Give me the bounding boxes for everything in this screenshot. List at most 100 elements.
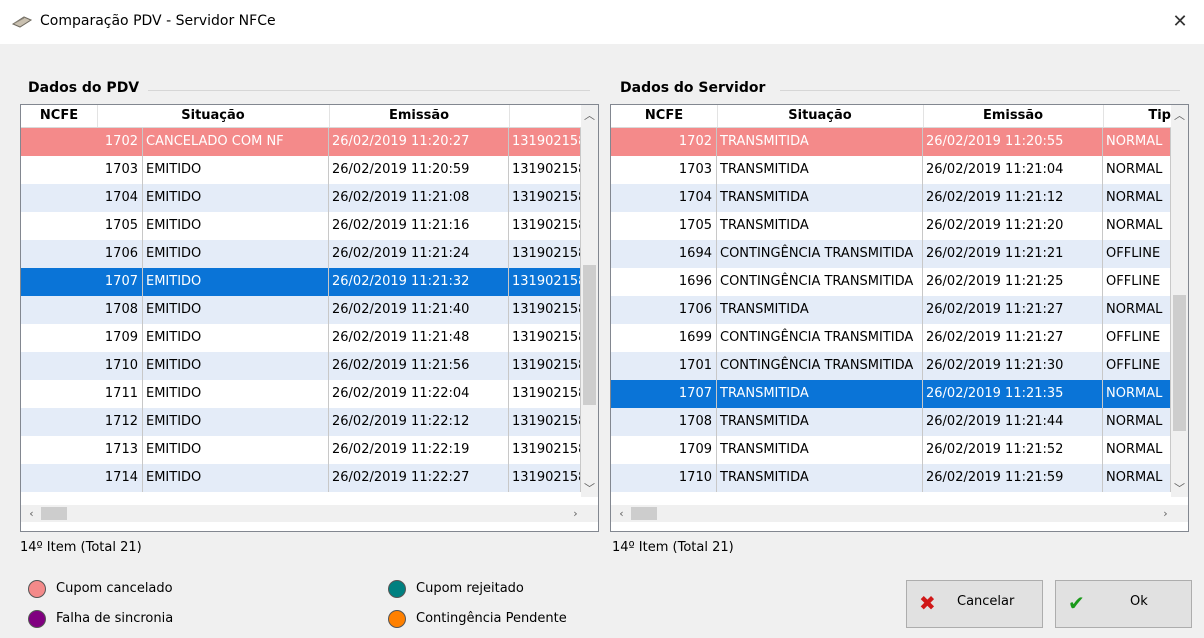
scroll-left-icon[interactable]: ‹: [613, 505, 630, 522]
table-row[interactable]: 1699 CONTINGÊNCIA TRANSMITIDA 26/02/2019 1…: [611, 324, 1171, 352]
table-cell-situacao: TRANSMITIDA: [717, 128, 923, 156]
ok-button-label: Ok: [1130, 594, 1148, 609]
table-cell-tipo: NORMAL: [1103, 408, 1171, 436]
table-row[interactable]: 1708 TRANSMITIDA 26/02/2019 11:21:44 NORMAL: [611, 408, 1171, 436]
table-cell-emissao: 26/02/2019 11:21:56: [329, 352, 509, 380]
pdv-status-text: 14º Item (Total 21): [20, 540, 142, 555]
table-cell-emissao: 26/02/2019 11:21:25: [923, 268, 1103, 296]
table-row[interactable]: 1696 CONTINGÊNCIA TRANSMITIDA 26/02/2019 1…: [611, 268, 1171, 296]
table-row[interactable]: 1706 EMITIDO 26/02/2019 11:21:24 131902158: [21, 240, 581, 268]
table-row[interactable]: 1694 CONTINGÊNCIA TRANSMITIDA 26/02/2019 1…: [611, 240, 1171, 268]
servidor-horizontal-scroll-thumb[interactable]: [631, 507, 657, 520]
pdv-col-emissao[interactable]: Emissão: [329, 105, 510, 127]
servidor-grid-header: NCFE Situação Emissão Tip: [611, 105, 1172, 128]
table-row[interactable]: 1712 EMITIDO 26/02/2019 11:22:12 131902158: [21, 408, 581, 436]
pdv-horizontal-scroll-thumb[interactable]: [41, 507, 67, 520]
table-row[interactable]: 1713 EMITIDO 26/02/2019 11:22:19 131902158: [21, 436, 581, 464]
scroll-right-icon[interactable]: ›: [1157, 505, 1174, 522]
scroll-left-icon[interactable]: ‹: [23, 505, 40, 522]
table-cell-situacao: EMITIDO: [143, 184, 329, 212]
table-cell-situacao: CONTINGÊNCIA TRANSMITIDA: [717, 324, 923, 352]
table-cell-ncfe: 1703: [21, 156, 143, 184]
table-row[interactable]: 1706 TRANSMITIDA 26/02/2019 11:21:27 NORMAL: [611, 296, 1171, 324]
table-row[interactable]: 1707 TRANSMITIDA 26/02/2019 11:21:35 NORMAL: [611, 380, 1171, 408]
table-row[interactable]: 1704 EMITIDO 26/02/2019 11:21:08 131902158: [21, 184, 581, 212]
table-cell-emissao: 26/02/2019 11:21:12: [923, 184, 1103, 212]
table-cell-situacao: TRANSMITIDA: [717, 436, 923, 464]
servidor-grid[interactable]: NCFE Situação Emissão Tip 1702 TRANSMITID…: [610, 104, 1189, 532]
close-icon[interactable]: ✕: [1168, 10, 1192, 34]
table-row[interactable]: 1703 TRANSMITIDA 26/02/2019 11:21:04 NORMAL: [611, 156, 1171, 184]
table-cell-ncfe: 1704: [611, 184, 717, 212]
pdv-vertical-scroll-thumb[interactable]: [583, 265, 596, 405]
table-row[interactable]: 1702 TRANSMITIDA 26/02/2019 11:20:55 NORMAL: [611, 128, 1171, 156]
scroll-right-icon[interactable]: ›: [567, 505, 584, 522]
table-row[interactable]: 1705 TRANSMITIDA 26/02/2019 11:21:20 NORMAL: [611, 212, 1171, 240]
table-cell-situacao: CONTINGÊNCIA TRANSMITIDA: [717, 268, 923, 296]
servidor-horizontal-scrollbar[interactable]: ‹ ›: [611, 505, 1188, 522]
table-cell-extra: 131902158: [509, 268, 581, 296]
pdv-group-line: [148, 90, 590, 91]
table-cell-ncfe: 1709: [611, 436, 717, 464]
table-row[interactable]: 1705 EMITIDO 26/02/2019 11:21:16 131902158: [21, 212, 581, 240]
pdv-col-ncfe[interactable]: NCFE: [21, 105, 98, 127]
table-cell-ncfe: 1713: [21, 436, 143, 464]
pdv-grid[interactable]: NCFE Situação Emissão 1702 CANCELADO COM …: [20, 104, 599, 532]
table-cell-extra: 131902158: [509, 464, 581, 492]
table-row[interactable]: 1707 EMITIDO 26/02/2019 11:21:32 131902158: [21, 268, 581, 296]
servidor-col-ncfe[interactable]: NCFE: [611, 105, 718, 127]
table-cell-tipo: NORMAL: [1103, 212, 1171, 240]
servidor-vertical-scrollbar[interactable]: ︿ ﹀: [1171, 105, 1188, 497]
table-cell-tipo: NORMAL: [1103, 436, 1171, 464]
table-row[interactable]: 1711 EMITIDO 26/02/2019 11:22:04 131902158: [21, 380, 581, 408]
table-cell-ncfe: 1705: [611, 212, 717, 240]
scroll-down-icon[interactable]: ﹀: [581, 480, 598, 497]
table-cell-emissao: 26/02/2019 11:21:20: [923, 212, 1103, 240]
table-row[interactable]: 1710 TRANSMITIDA 26/02/2019 11:21:59 NORMAL: [611, 464, 1171, 492]
cancel-button[interactable]: ✖ Cancelar: [906, 580, 1043, 628]
table-cell-situacao: EMITIDO: [143, 212, 329, 240]
ok-button[interactable]: ✔ Ok: [1055, 580, 1192, 628]
servidor-vertical-scroll-thumb[interactable]: [1173, 295, 1186, 431]
pdv-col-extra[interactable]: [509, 105, 582, 127]
table-cell-situacao: EMITIDO: [143, 408, 329, 436]
table-cell-emissao: 26/02/2019 11:21:21: [923, 240, 1103, 268]
table-row[interactable]: 1714 EMITIDO 26/02/2019 11:22:27 131902158: [21, 464, 581, 492]
checkmark-icon: ✔: [1068, 591, 1085, 615]
pdv-grid-header: NCFE Situação Emissão: [21, 105, 582, 128]
table-row[interactable]: 1702 CANCELADO COM NF 26/02/2019 11:20:27 1…: [21, 128, 581, 156]
pdv-panel-title: Dados do PDV: [28, 80, 140, 96]
scroll-up-icon[interactable]: ︿: [581, 107, 598, 124]
table-row[interactable]: 1710 EMITIDO 26/02/2019 11:21:56 131902158: [21, 352, 581, 380]
table-cell-emissao: 26/02/2019 11:21:44: [923, 408, 1103, 436]
table-row[interactable]: 1708 EMITIDO 26/02/2019 11:21:40 131902158: [21, 296, 581, 324]
scroll-down-icon[interactable]: ﹀: [1171, 480, 1188, 497]
table-row[interactable]: 1709 EMITIDO 26/02/2019 11:21:48 131902158: [21, 324, 581, 352]
table-row[interactable]: 1703 EMITIDO 26/02/2019 11:20:59 131902158: [21, 156, 581, 184]
table-cell-emissao: 26/02/2019 11:21:04: [923, 156, 1103, 184]
pdv-vertical-scrollbar[interactable]: ︿ ﹀: [581, 105, 598, 497]
table-cell-ncfe: 1702: [611, 128, 717, 156]
table-cell-situacao: EMITIDO: [143, 268, 329, 296]
scroll-up-icon[interactable]: ︿: [1171, 107, 1188, 124]
table-cell-extra: 131902158: [509, 128, 581, 156]
window-title: Comparação PDV - Servidor NFCe: [40, 13, 276, 29]
legend-dot-icon: [388, 580, 406, 598]
servidor-col-emissao[interactable]: Emissão: [923, 105, 1104, 127]
legend-label: Contingência Pendente: [416, 611, 567, 626]
table-cell-ncfe: 1694: [611, 240, 717, 268]
table-row[interactable]: 1709 TRANSMITIDA 26/02/2019 11:21:52 NORMAL: [611, 436, 1171, 464]
table-cell-emissao: 26/02/2019 11:22:27: [329, 464, 509, 492]
table-row[interactable]: 1704 TRANSMITIDA 26/02/2019 11:21:12 NORMAL: [611, 184, 1171, 212]
pdv-horizontal-scrollbar[interactable]: ‹ ›: [21, 505, 598, 522]
table-cell-extra: 131902158: [509, 408, 581, 436]
table-row[interactable]: 1701 CONTINGÊNCIA TRANSMITIDA 26/02/2019 1…: [611, 352, 1171, 380]
table-cell-emissao: 26/02/2019 11:21:48: [329, 324, 509, 352]
servidor-col-situacao[interactable]: Situação: [717, 105, 924, 127]
pdv-col-situacao[interactable]: Situação: [97, 105, 330, 127]
table-cell-situacao: TRANSMITIDA: [717, 296, 923, 324]
table-cell-situacao: TRANSMITIDA: [717, 408, 923, 436]
servidor-col-tipo[interactable]: Tip: [1103, 105, 1172, 127]
table-cell-emissao: 26/02/2019 11:21:24: [329, 240, 509, 268]
title-bar: Comparação PDV - Servidor NFCe ✕: [0, 0, 1204, 44]
